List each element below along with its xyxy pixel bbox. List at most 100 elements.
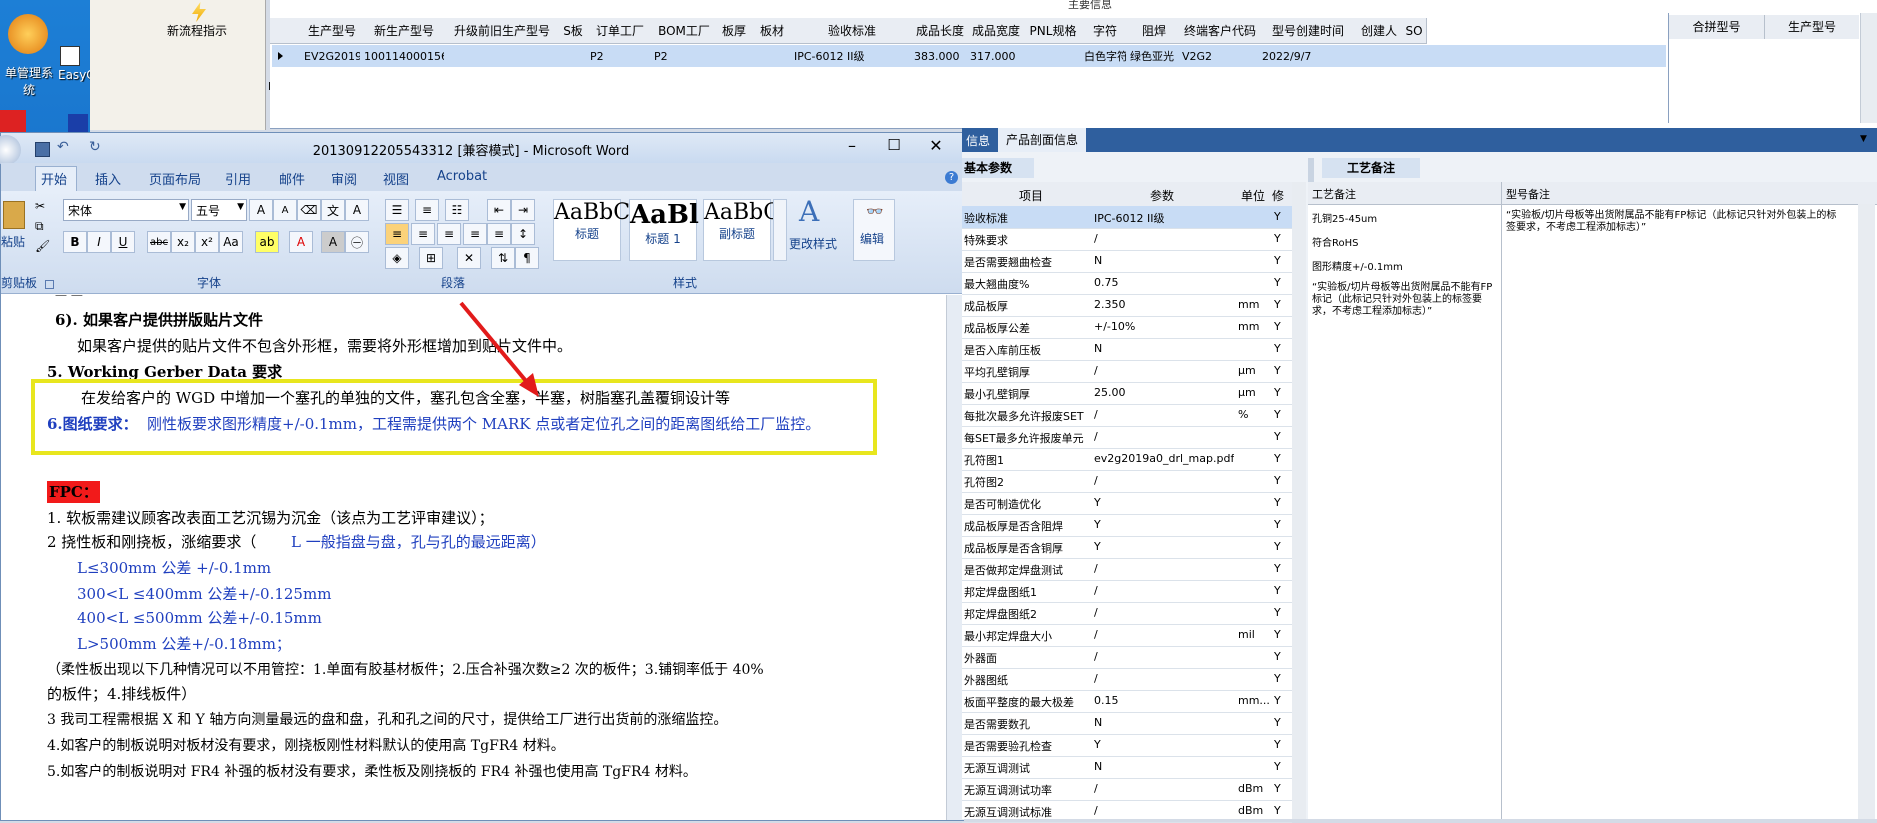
sort-icon[interactable]: ⇅: [491, 247, 515, 269]
param-row[interactable]: 平均孔壁铜厚 / μm Y: [962, 360, 1292, 383]
scrollbar[interactable]: [1860, 13, 1877, 123]
chevron-down-icon[interactable]: ▼: [237, 202, 244, 212]
param-row[interactable]: 孔符图1 ev2g2019a0_drl_map.pdf Y: [962, 448, 1292, 471]
copy-icon[interactable]: ⧉: [35, 219, 44, 234]
basic-tab[interactable]: 基本参数: [962, 158, 1034, 178]
grid-cell[interactable]: 白色字符: [1082, 45, 1126, 67]
param-row[interactable]: 板面平整度的最大极差 0.15 mm... Y: [962, 690, 1292, 713]
params-scrollbar[interactable]: [1292, 182, 1306, 819]
align-left-icon[interactable]: ≡: [385, 223, 409, 245]
change-styles-icon[interactable]: A: [799, 195, 819, 228]
dialog-launcher-icon[interactable]: [45, 280, 54, 289]
grid-cell[interactable]: P2: [588, 45, 650, 67]
font-name-select[interactable]: 宋体 ▼: [63, 199, 189, 221]
underline-icon[interactable]: U: [111, 231, 135, 253]
param-row[interactable]: 邦定焊盘图纸1 / Y: [962, 580, 1292, 603]
grid-header[interactable]: SO: [1402, 18, 1427, 44]
superscript-icon[interactable]: x²: [195, 231, 219, 253]
tab-home-label[interactable]: 开始: [41, 169, 67, 188]
grid-header[interactable]: 新生产型号: [362, 18, 447, 44]
grid-cell[interactable]: EV2G2019A0: [302, 45, 360, 67]
param-row[interactable]: 孔符图2 / Y: [962, 470, 1292, 493]
grid-header[interactable]: 阻焊: [1128, 18, 1181, 44]
style-heading1[interactable]: AaBl 标题 1: [629, 199, 699, 261]
align-center-icon[interactable]: ≡: [411, 223, 435, 245]
chevron-down-icon[interactable]: ▼: [1860, 134, 1867, 144]
grid-cell[interactable]: 绿色亚光: [1128, 45, 1178, 67]
grid-header[interactable]: 型号创建时间: [1260, 18, 1357, 44]
char-border-icon[interactable]: A: [345, 199, 369, 221]
bold-icon[interactable]: B: [63, 231, 87, 253]
param-row[interactable]: 无源互调测试 N Y: [962, 756, 1292, 779]
tab-profile[interactable]: 产品剖面信息: [998, 128, 1087, 152]
font-size-select[interactable]: 五号 ▼: [191, 199, 247, 221]
desktop-icon-label[interactable]: 单管理系统: [0, 64, 58, 98]
highlight-icon[interactable]: ab: [255, 231, 279, 253]
tab-view[interactable]: 视图: [383, 169, 409, 188]
char-shading-icon[interactable]: A: [321, 231, 345, 253]
grow-font-icon[interactable]: A: [249, 199, 273, 221]
save-icon[interactable]: [35, 142, 50, 157]
tab-references[interactable]: 引用: [225, 169, 251, 188]
tab-acrobat[interactable]: Acrobat: [437, 169, 487, 184]
document-body[interactable]: — — 6). 如果客户提供拼版贴片文件 如果客户提供的贴片文件不包含外形框，需…: [1, 295, 946, 820]
grid-cell[interactable]: 2022/9/7: [1260, 45, 1354, 67]
tab-insert[interactable]: 插入: [95, 169, 121, 188]
param-row[interactable]: 是否入库前压板 N Y: [962, 338, 1292, 361]
tab-info[interactable]: 信息: [966, 132, 990, 149]
grid-cell[interactable]: P2: [652, 45, 714, 67]
style-subtitle[interactable]: AaBbC 副标题: [703, 199, 780, 261]
param-row[interactable]: 每批次最多允许报废SET /% Y: [962, 404, 1292, 427]
strike-icon[interactable]: abc: [147, 231, 171, 253]
shading-icon[interactable]: ◈: [385, 247, 409, 269]
grid-header[interactable]: 订单工厂: [588, 18, 653, 44]
grid-cell[interactable]: [716, 45, 750, 67]
grid-cell[interactable]: 317.000: [968, 45, 1022, 67]
grid-header[interactable]: 字符: [1082, 18, 1129, 44]
shortcut-icon[interactable]: [60, 46, 80, 66]
help-icon[interactable]: ?: [945, 171, 958, 184]
merge-header-1[interactable]: 合拼型号: [1669, 15, 1765, 39]
grid-header[interactable]: 终端客户代码: [1180, 18, 1261, 44]
tab-mailings[interactable]: 邮件: [279, 169, 305, 188]
shrink-font-icon[interactable]: A: [273, 199, 297, 221]
grid-cell[interactable]: [1356, 45, 1400, 67]
redo-icon[interactable]: ↻: [89, 139, 101, 155]
office-button[interactable]: [0, 135, 21, 165]
numbering-icon[interactable]: ≡: [415, 199, 439, 221]
grid-header[interactable]: 板材: [752, 18, 793, 44]
param-row[interactable]: 成品板厚是否含阻焊 Y Y: [962, 514, 1292, 537]
craft-scrollbar[interactable]: [1858, 204, 1875, 819]
show-marks-icon[interactable]: ¶: [515, 247, 539, 269]
grid-cell[interactable]: [446, 45, 556, 67]
param-row[interactable]: 是否需要翘曲检查 N Y: [962, 250, 1292, 273]
merge-header-2[interactable]: 生产型号: [1765, 15, 1859, 39]
italic-icon[interactable]: I: [87, 231, 111, 253]
format-painter-icon[interactable]: 🖌: [35, 239, 50, 253]
craft-col1[interactable]: 工艺备注: [1312, 186, 1356, 202]
align-right-icon[interactable]: ≡: [437, 223, 461, 245]
param-row[interactable]: 无源互调测试标准 / dBm Y: [962, 800, 1292, 823]
param-row[interactable]: 邦定焊盘图纸2 / Y: [962, 602, 1292, 625]
param-row[interactable]: 成品板厚 2.350 mm Y: [962, 294, 1292, 317]
grid-cell[interactable]: [558, 45, 586, 67]
border-icon[interactable]: ⊞: [419, 247, 443, 269]
param-row[interactable]: 外器图纸 / Y: [962, 668, 1292, 691]
maximize-button[interactable]: ☐: [883, 136, 905, 158]
col-mod[interactable]: 修: [1272, 187, 1284, 204]
grid-header[interactable]: 生产型号: [302, 18, 363, 44]
phonetic-icon[interactable]: 文: [321, 199, 345, 221]
grid-cell[interactable]: IPC-6012 II级: [792, 45, 910, 67]
cut-icon[interactable]: ✂: [35, 199, 45, 213]
grid-cell[interactable]: [1402, 45, 1424, 67]
app-icon[interactable]: [0, 110, 26, 132]
param-row[interactable]: 外器面 / Y: [962, 646, 1292, 669]
param-row[interactable]: 是否可制造优化 Y Y: [962, 492, 1292, 515]
param-row[interactable]: 特殊要求 / Y: [962, 228, 1292, 251]
outdent-icon[interactable]: ⇤: [487, 199, 511, 221]
param-row[interactable]: 是否做邦定焊盘测试 / Y: [962, 558, 1292, 581]
craft-tab[interactable]: 工艺备注: [1322, 158, 1420, 178]
desktop-icon-label-2[interactable]: EasyC: [58, 68, 90, 82]
param-row[interactable]: 是否需要验孔检查 Y Y: [962, 734, 1292, 757]
edit-button[interactable]: 👓 编辑: [853, 199, 895, 261]
